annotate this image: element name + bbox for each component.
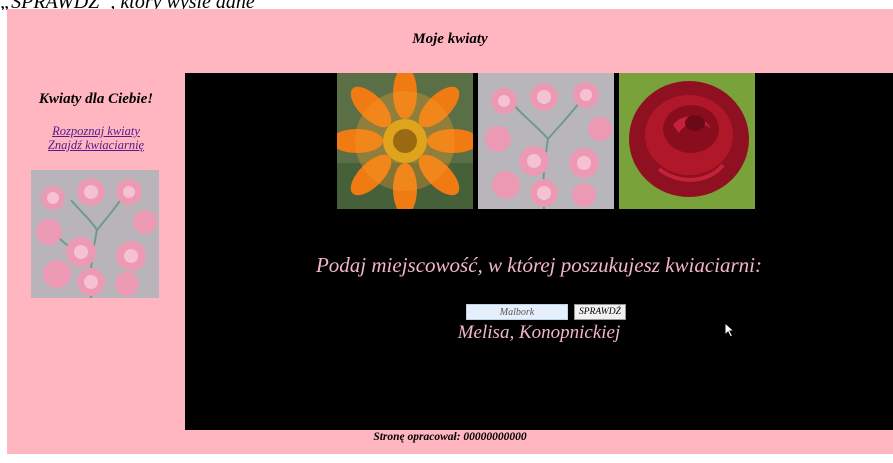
search-result: Melisa, Konopnickiej: [457, 322, 621, 343]
check-button[interactable]: SPRAWDŹ: [574, 304, 626, 320]
page-title: Moje kwiaty: [412, 30, 488, 47]
link-find-florist[interactable]: Znajdź kwiaciarnię: [7, 138, 185, 152]
sidebar-heading: Kwiaty dla Ciebie!: [38, 91, 154, 107]
search-form: SPRAWDŹ: [466, 304, 626, 320]
link-recognize-flowers[interactable]: Rozpoznaj kwiaty: [7, 124, 185, 138]
page: Moje kwiaty Kwiaty dla Ciebie! Rozpoznaj…: [7, 9, 893, 454]
sidebar: Kwiaty dla Ciebie! Rozpoznaj kwiaty Znaj…: [7, 73, 185, 430]
florist-prompt: Podaj miejscowość, w której poszukujesz …: [315, 253, 762, 277]
mouse-cursor-icon: [724, 322, 736, 338]
carnation-image: [478, 73, 614, 209]
gerbera-image: [337, 73, 473, 209]
carnation-thumbnail-image: [31, 170, 159, 298]
footer-credit: Stronę opracował: 00000000000: [373, 431, 527, 443]
city-input[interactable]: [466, 304, 568, 320]
main-panel: Podaj miejscowość, w której poszukujesz …: [185, 73, 893, 430]
rose-image: [619, 73, 755, 209]
